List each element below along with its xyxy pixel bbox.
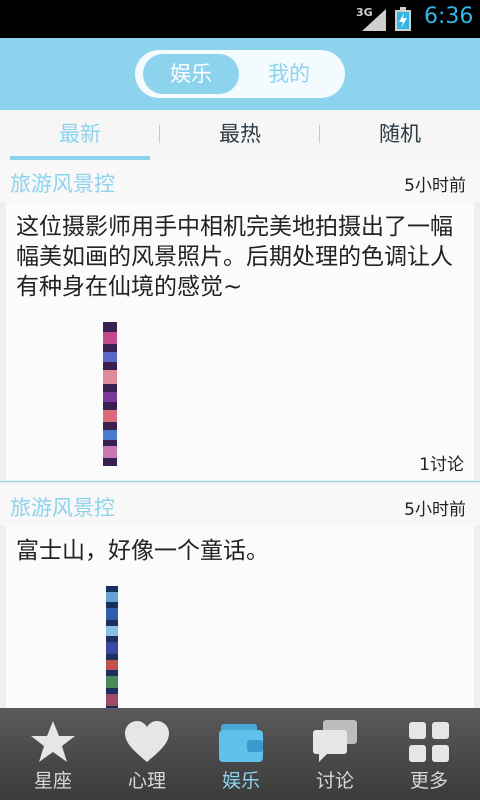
nav-label: 讨论 (315, 770, 354, 792)
photo-thumbnail-icon (103, 322, 117, 466)
chat-icon (313, 720, 357, 762)
comment-count[interactable]: 1讨论 (419, 450, 464, 475)
post-text: 富士山，好像一个童话。 (16, 538, 269, 564)
segment-entertainment[interactable]: 娱乐 (143, 54, 239, 94)
post-card[interactable]: 富士山，好像一个童话。 (6, 526, 474, 708)
wallet-icon (219, 724, 263, 762)
post-source[interactable]: 旅游风景控 (10, 492, 115, 522)
list-item[interactable]: 旅游风景控 5小时前 富士山，好像一个童话。 (0, 484, 480, 708)
tab-latest[interactable]: 最新 (10, 110, 150, 158)
status-bar: 3G 6:36 (0, 0, 480, 38)
nav-label: 心理 (127, 770, 166, 792)
post-image[interactable] (103, 322, 117, 466)
heart-icon (125, 721, 169, 762)
nav-item-more[interactable]: 更多 (381, 708, 477, 800)
post-text: 这位摄影师用手中相机完美地拍摄出了一幅幅美如画的风景照片。后期处理的色调让人有种… (16, 214, 453, 300)
feed-list[interactable]: 旅游风景控 5小时前 这位摄影师用手中相机完美地拍摄出了一幅幅美如画的风景照片。… (0, 160, 480, 708)
list-item[interactable]: 旅游风景控 5小时前 这位摄影师用手中相机完美地拍摄出了一幅幅美如画的风景照片。… (0, 160, 480, 482)
bottom-navigation: 星座 心理 娱乐 讨论 更多 (0, 708, 480, 800)
post-header: 旅游风景控 5小时前 (0, 484, 480, 526)
segment-mine[interactable]: 我的 (241, 54, 337, 94)
battery-icon (395, 7, 411, 31)
tab-divider (319, 125, 320, 143)
post-card[interactable]: 这位摄影师用手中相机完美地拍摄出了一幅幅美如画的风景照片。后期处理的色调让人有种… (6, 202, 474, 480)
star-icon (31, 721, 75, 762)
nav-item-psychology[interactable]: 心理 (99, 708, 195, 800)
signal-icon (362, 9, 386, 31)
divider (0, 481, 480, 482)
post-time: 5小时前 (404, 500, 466, 520)
post-source[interactable]: 旅游风景控 (10, 168, 115, 198)
app-header: 娱乐 我的 (0, 38, 480, 110)
post-header: 旅游风景控 5小时前 (0, 160, 480, 202)
segmented-control: 娱乐 我的 (135, 50, 345, 98)
tab-random[interactable]: 随机 (330, 110, 470, 158)
nav-label: 更多 (409, 770, 448, 792)
post-time: 5小时前 (404, 176, 466, 196)
post-image[interactable] (106, 586, 118, 708)
tab-divider (159, 125, 160, 143)
nav-item-entertainment[interactable]: 娱乐 (193, 708, 289, 800)
grid-icon (409, 722, 449, 762)
nav-item-constellation[interactable]: 星座 (5, 708, 101, 800)
clock: 6:36 (424, 4, 474, 29)
nav-label: 星座 (33, 770, 72, 792)
tab-bar: 最新 最热 随机 (0, 110, 480, 160)
nav-item-discussion[interactable]: 讨论 (287, 708, 383, 800)
tab-hottest[interactable]: 最热 (170, 110, 310, 158)
nav-label: 娱乐 (221, 770, 260, 792)
photo-thumbnail-icon (106, 586, 118, 708)
